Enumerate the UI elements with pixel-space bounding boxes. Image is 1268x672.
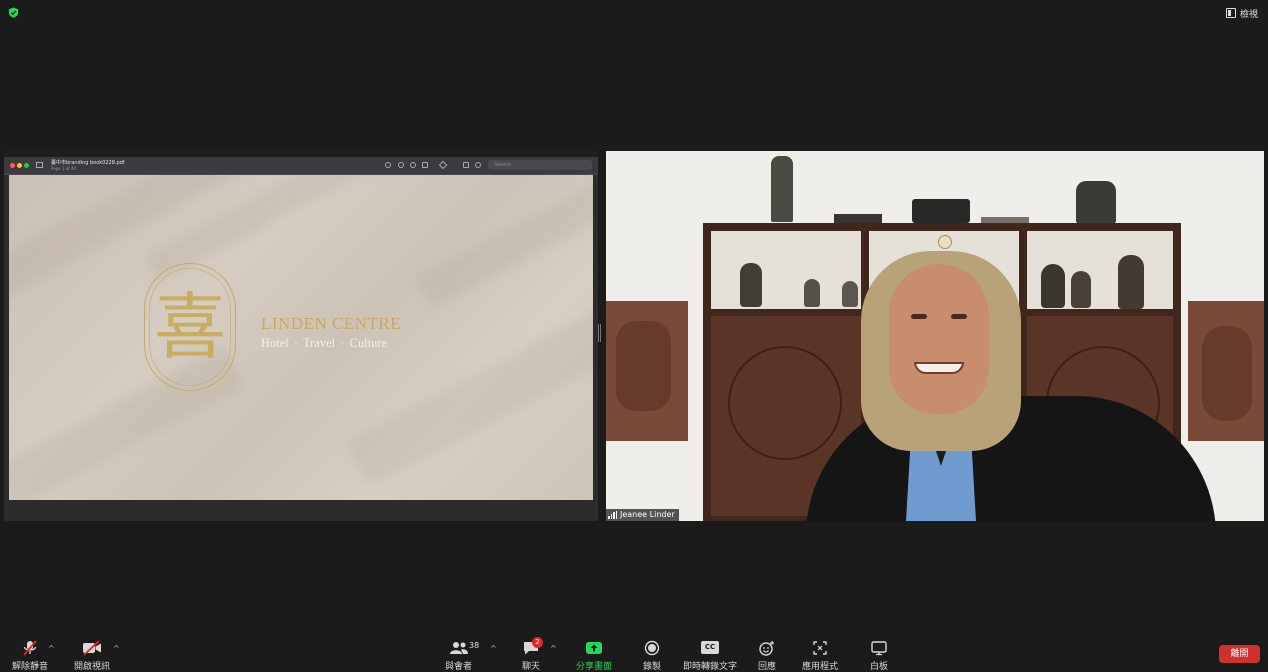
start-video-label: 開啟視訊 — [74, 662, 111, 672]
pdf-filename: 臺中市branding book0228.pdf — [51, 160, 125, 166]
participant-video[interactable] — [606, 151, 1264, 521]
reactions-label: 回應 — [757, 662, 776, 672]
share-screen-button[interactable]: 分享畫面 — [576, 640, 612, 672]
apps-button[interactable]: 應用程式 — [802, 640, 838, 672]
pdf-search-field[interactable]: Search — [488, 160, 592, 170]
whiteboard-label: 白板 — [869, 662, 888, 672]
record-label: 錄製 — [642, 662, 661, 672]
vase — [842, 281, 858, 307]
pdf-page: 喜 LINDEN CENTRE Hotel · Travel · Culture — [9, 175, 593, 500]
reactions-button[interactable]: 回應 — [757, 640, 777, 672]
window-close-icon[interactable] — [10, 163, 15, 168]
audio-options-caret-icon[interactable]: ^ — [48, 644, 55, 653]
view-button[interactable]: 檢視 — [1225, 6, 1258, 20]
zoom-in-icon[interactable] — [410, 162, 416, 168]
info-icon[interactable] — [385, 162, 391, 168]
zoom-out-icon[interactable] — [398, 162, 404, 168]
apps-icon — [813, 641, 827, 655]
participants-options-caret-icon[interactable]: ^ — [490, 644, 497, 653]
split-resize-handle[interactable] — [598, 324, 601, 342]
whiteboard-button[interactable]: 白板 — [869, 640, 889, 672]
cabinet-shelf — [711, 231, 861, 309]
logo-character: 喜 — [153, 285, 226, 369]
shield-check-icon[interactable] — [8, 7, 19, 18]
box-on-cabinet — [834, 214, 882, 223]
annotate-icon[interactable] — [475, 162, 481, 168]
box-on-cabinet — [912, 199, 970, 223]
vase — [740, 263, 762, 307]
view-icon — [1225, 8, 1236, 18]
shared-screen-tile[interactable]: 臺中市branding book0228.pdf Page 1 of 40 Se… — [4, 150, 598, 521]
book-on-cabinet — [981, 217, 1029, 223]
window-zoom-icon[interactable] — [24, 163, 29, 168]
sidebar-toggle-icon[interactable] — [36, 162, 43, 168]
chat-label: 聊天 — [521, 662, 540, 672]
video-off-icon — [83, 640, 101, 656]
chat-unread-badge: 2 — [532, 637, 543, 648]
door-circle-ornament — [728, 346, 842, 460]
whiteboard-icon — [871, 641, 887, 656]
chat-options-caret-icon[interactable]: ^ — [550, 644, 557, 653]
window-minimize-icon[interactable] — [17, 163, 22, 168]
participants-button[interactable]: 與會者 — [445, 640, 472, 672]
search-placeholder: Search — [494, 162, 512, 168]
record-icon — [644, 640, 660, 656]
vase — [1118, 255, 1144, 309]
start-video-button[interactable]: 開啟視訊 — [74, 640, 110, 672]
microphone-muted-icon — [23, 640, 37, 656]
live-transcript-button[interactable]: CC 即時轉錄文字 — [683, 640, 737, 672]
person-smile — [914, 362, 964, 374]
vase — [1041, 264, 1065, 308]
vase — [1071, 271, 1091, 308]
pendant — [938, 235, 952, 249]
share-top-strip — [4, 150, 598, 157]
figurine — [771, 156, 793, 222]
unmute-label: 解除靜音 — [12, 662, 49, 672]
person-eye — [951, 314, 967, 319]
pdf-viewer-toolbar: 臺中市branding book0228.pdf Page 1 of 40 Se… — [4, 157, 598, 175]
person-eye — [911, 314, 927, 319]
participants-label: 與會者 — [445, 662, 473, 672]
vase — [804, 279, 820, 307]
participants-count: 38 — [469, 641, 480, 650]
leave-meeting-button[interactable]: 離開 — [1219, 645, 1260, 663]
view-label: 檢視 — [1239, 9, 1258, 20]
rotate-icon[interactable] — [463, 162, 469, 168]
carving-detail — [1202, 326, 1252, 421]
apps-label: 應用程式 — [802, 662, 839, 672]
figurine — [1076, 181, 1116, 223]
participant-name-tag: Jeanee Linder — [606, 509, 679, 521]
live-transcript-label: 即時轉錄文字 — [683, 662, 738, 672]
participant-name: Jeanee Linder — [620, 510, 675, 519]
participants-icon — [449, 642, 468, 654]
reactions-icon — [759, 641, 774, 656]
share-screen-label: 分享畫面 — [576, 662, 613, 672]
share-screen-icon — [586, 642, 602, 654]
video-options-caret-icon[interactable]: ^ — [113, 644, 120, 653]
brand-tagline: Hotel · Travel · Culture — [261, 336, 388, 350]
signal-strength-icon — [608, 511, 617, 519]
share-icon[interactable] — [422, 162, 428, 168]
unmute-button[interactable]: 解除靜音 — [12, 640, 48, 672]
markup-icon[interactable] — [438, 160, 448, 170]
pdf-page-info: Page 1 of 40 — [51, 166, 76, 171]
record-button[interactable]: 錄製 — [642, 640, 662, 672]
brand-name: LINDEN CENTRE — [261, 314, 402, 333]
carving-detail — [616, 321, 671, 411]
person-face — [889, 264, 989, 414]
captions-icon: CC — [701, 641, 719, 654]
